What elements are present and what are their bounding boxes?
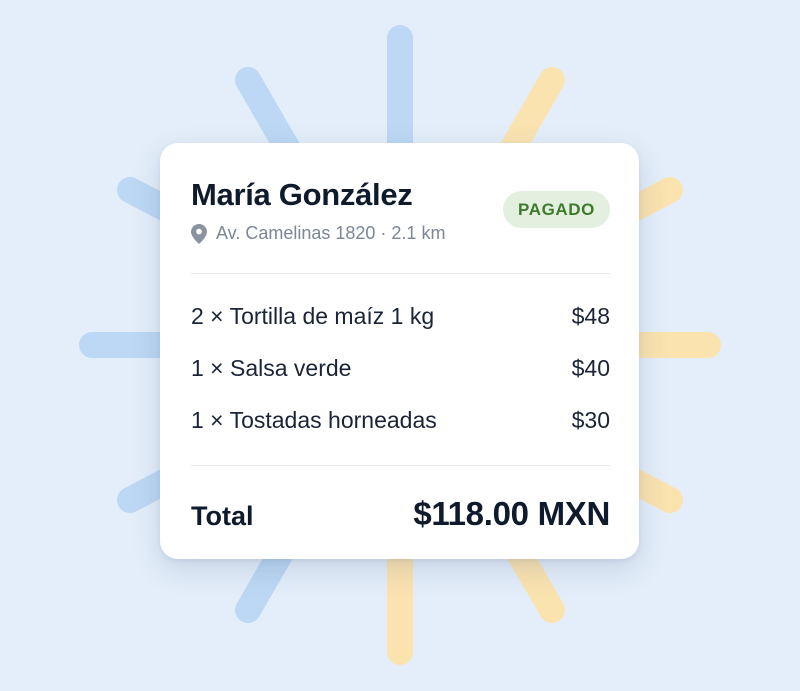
list-item: 2 × Tortilla de maíz 1 kg $48 <box>191 303 610 355</box>
total-row: Total $118.00 MXN <box>191 495 610 533</box>
status-badge: PAGADO <box>503 191 610 228</box>
item-description: 1 × Tostadas horneadas <box>191 407 437 433</box>
map-pin-icon <box>191 223 207 244</box>
divider <box>191 273 610 274</box>
divider <box>191 465 610 466</box>
order-items-list: 2 × Tortilla de maíz 1 kg $48 1 × Salsa … <box>191 303 610 459</box>
address-row: Av. Camelinas 1820 · 2.1 km <box>191 223 445 244</box>
customer-name: María González <box>191 177 413 212</box>
list-item: 1 × Salsa verde $40 <box>191 355 610 407</box>
total-amount: $118.00 MXN <box>413 495 610 532</box>
item-description: 2 × Tortilla de maíz 1 kg <box>191 303 435 329</box>
address-text: Av. Camelinas 1820 · 2.1 km <box>216 223 446 243</box>
item-price: $30 <box>571 407 610 433</box>
item-description: 1 × Salsa verde <box>191 355 352 381</box>
list-item: 1 × Tostadas horneadas $30 <box>191 407 610 459</box>
item-price: $40 <box>571 355 610 381</box>
order-card[interactable]: María González Av. Camelinas 1820 · 2.1 … <box>160 143 639 559</box>
total-label: Total <box>191 501 254 531</box>
item-price: $48 <box>571 303 610 329</box>
